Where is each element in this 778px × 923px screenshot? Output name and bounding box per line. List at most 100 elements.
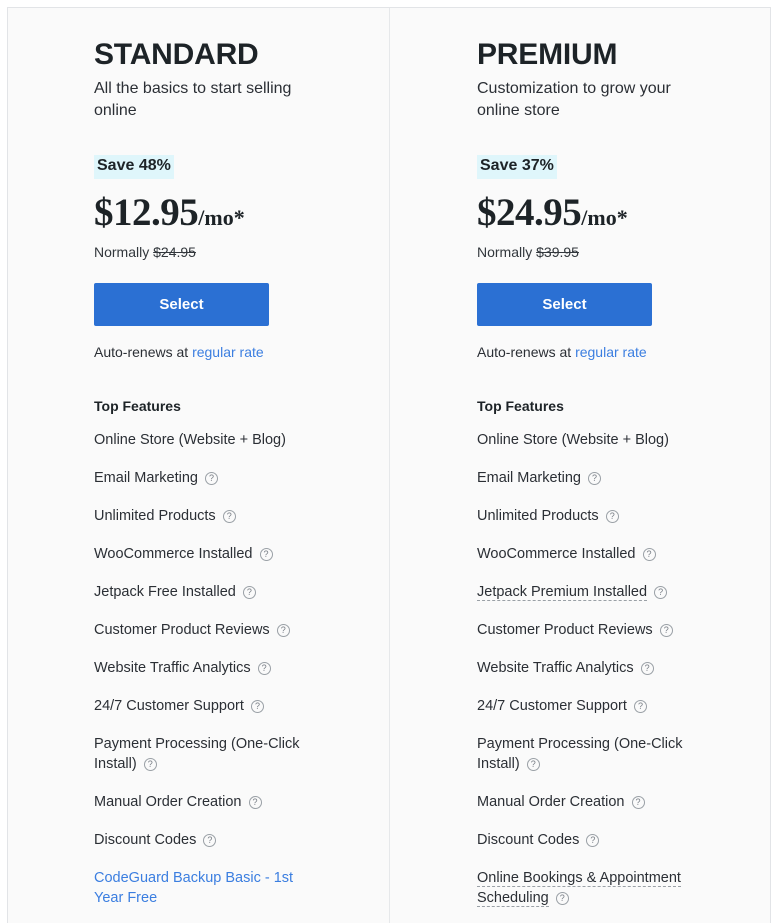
help-circle-icon[interactable]: ? xyxy=(586,833,600,847)
regular-rate-link-premium[interactable]: regular rate xyxy=(575,344,647,360)
help-circle-icon[interactable]: ? xyxy=(631,795,645,809)
feature-label: Online Store (Website + Blog) xyxy=(94,431,286,448)
feature-label: Discount Codes xyxy=(477,831,580,848)
feature-label: Discount Codes xyxy=(94,831,197,848)
feature-item: Website Traffic Analytics ? xyxy=(477,658,687,678)
help-circle-icon[interactable]: ? xyxy=(633,699,647,713)
features-list-premium: Online Store (Website + Blog) Email Marke… xyxy=(477,430,760,923)
select-button-premium[interactable]: Select xyxy=(477,282,652,326)
help-circle-icon[interactable]: ? xyxy=(526,757,540,771)
feature-label: Email Marketing xyxy=(94,469,198,486)
feature-label: Customer Product Reviews xyxy=(94,621,270,638)
help-circle-icon[interactable]: ? xyxy=(259,547,273,561)
feature-item: Discount Codes ? xyxy=(94,830,304,850)
plan-name-standard: STANDARD xyxy=(94,38,259,71)
save-badge-premium: Save 37% xyxy=(477,155,557,179)
help-circle-icon[interactable]: ? xyxy=(203,833,217,847)
feature-label: Payment Processing (One-Click Install) xyxy=(477,735,683,772)
help-circle-icon[interactable]: ? xyxy=(242,585,256,599)
feature-item: Payment Processing (One-Click Install) ? xyxy=(94,734,304,774)
save-badge-row-premium: Save 37% xyxy=(477,155,760,179)
help-circle-icon[interactable]: ? xyxy=(587,471,601,485)
feature-label: Payment Processing (One-Click Install) xyxy=(94,735,300,772)
feature-item: Jetpack Premium Installed ? xyxy=(477,582,687,602)
feature-item: Email Marketing ? xyxy=(94,468,304,488)
help-circle-icon[interactable]: ? xyxy=(143,757,157,771)
feature-item: Email Marketing ? xyxy=(477,468,687,488)
help-circle-icon[interactable]: ? xyxy=(276,623,290,637)
features-list-standard: Online Store (Website + Blog) Email Marke… xyxy=(94,430,379,908)
feature-item: Website Traffic Analytics ? xyxy=(94,658,304,678)
feature-label: Website Traffic Analytics xyxy=(477,659,634,676)
save-badge-standard: Save 48% xyxy=(94,155,174,179)
help-circle-icon[interactable]: ? xyxy=(659,623,673,637)
feature-item: Payment Processing (One-Click Install) ? xyxy=(477,734,687,774)
normally-price-premium: $39.95 xyxy=(536,243,579,260)
feature-label: WooCommerce Installed xyxy=(477,545,636,562)
feature-item: Customer Product Reviews ? xyxy=(477,620,687,640)
normally-label-standard: Normally xyxy=(94,243,150,260)
help-circle-icon[interactable]: ? xyxy=(605,509,619,523)
feature-item: 24/7 Customer Support ? xyxy=(477,696,687,716)
feature-label[interactable]: CodeGuard Backup Basic - 1st Year Free xyxy=(94,870,293,906)
feature-label[interactable]: Jetpack Premium Installed xyxy=(477,583,648,601)
feature-label: WooCommerce Installed xyxy=(94,545,253,562)
feature-label[interactable]: Online Bookings & Appointment Scheduling xyxy=(477,869,681,907)
features-heading-standard: Top Features xyxy=(94,397,181,414)
help-circle-icon[interactable]: ? xyxy=(257,661,271,675)
feature-item: Unlimited Products ? xyxy=(477,506,687,526)
feature-item: Jetpack Free Installed ? xyxy=(94,582,304,602)
help-circle-icon[interactable]: ? xyxy=(640,661,654,675)
feature-item: Customer Product Reviews ? xyxy=(94,620,304,640)
feature-item: Manual Order Creation ? xyxy=(94,792,304,812)
feature-label: 24/7 Customer Support xyxy=(94,697,244,714)
price-period-standard: /mo* xyxy=(198,204,245,230)
features-heading-premium: Top Features xyxy=(477,397,564,414)
feature-label: Customer Product Reviews xyxy=(477,621,653,638)
feature-label: Manual Order Creation xyxy=(477,793,625,810)
help-circle-icon[interactable]: ? xyxy=(250,699,264,713)
feature-label: Online Store (Website + Blog) xyxy=(477,431,669,448)
price-row-standard: $12.95/mo* xyxy=(94,190,379,235)
plan-name-premium: PREMIUM xyxy=(477,38,618,71)
price-row-premium: $24.95/mo* xyxy=(477,190,760,235)
plan-tagline-standard: All the basics to start selling online xyxy=(94,79,292,120)
feature-label: Jetpack Free Installed xyxy=(94,583,236,600)
autorenew-prefix-premium: Auto-renews at xyxy=(477,343,572,360)
autorenew-row-standard: Auto-renews at regular rate xyxy=(94,344,379,360)
plan-tagline-premium: Customization to grow your online store xyxy=(477,79,671,120)
save-badge-row-standard: Save 48% xyxy=(94,155,379,179)
help-circle-icon[interactable]: ? xyxy=(654,585,668,599)
help-circle-icon[interactable]: ? xyxy=(555,891,569,905)
select-button-standard[interactable]: Select xyxy=(94,282,269,326)
normally-row-premium: Normally $39.95 xyxy=(477,244,760,260)
feature-item: Online Store (Website + Blog) xyxy=(94,430,304,450)
price-period-premium: /mo* xyxy=(581,204,628,230)
help-circle-icon[interactable]: ? xyxy=(248,795,262,809)
normally-price-standard: $24.95 xyxy=(153,243,196,260)
feature-item: WooCommerce Installed ? xyxy=(94,544,304,564)
price-amount-premium: $24.95 xyxy=(477,190,582,234)
normally-row-standard: Normally $24.95 xyxy=(94,244,379,260)
price-amount-standard: $12.95 xyxy=(94,190,199,234)
feature-label: Email Marketing xyxy=(477,469,581,486)
feature-label: Manual Order Creation xyxy=(94,793,242,810)
regular-rate-link-standard[interactable]: regular rate xyxy=(192,344,264,360)
feature-label: 24/7 Customer Support xyxy=(477,697,627,714)
feature-item: Manual Order Creation ? xyxy=(477,792,687,812)
help-circle-icon[interactable]: ? xyxy=(204,471,218,485)
feature-item: Discount Codes ? xyxy=(477,830,687,850)
plan-column-premium: PREMIUM Customization to grow your onlin… xyxy=(389,8,770,923)
pricing-comparison-card: STANDARD All the basics to start selling… xyxy=(7,7,771,923)
feature-label: Website Traffic Analytics xyxy=(94,659,251,676)
normally-label-premium: Normally xyxy=(477,243,533,260)
feature-label: Unlimited Products xyxy=(94,507,216,524)
help-circle-icon[interactable]: ? xyxy=(642,547,656,561)
feature-label: Unlimited Products xyxy=(477,507,599,524)
plan-column-standard: STANDARD All the basics to start selling… xyxy=(8,8,389,923)
feature-item[interactable]: CodeGuard Backup Basic - 1st Year Free xyxy=(94,868,304,908)
autorenew-prefix-standard: Auto-renews at xyxy=(94,343,189,360)
feature-item: Online Bookings & Appointment Scheduling… xyxy=(477,868,687,908)
help-circle-icon[interactable]: ? xyxy=(222,509,236,523)
feature-item: 24/7 Customer Support ? xyxy=(94,696,304,716)
